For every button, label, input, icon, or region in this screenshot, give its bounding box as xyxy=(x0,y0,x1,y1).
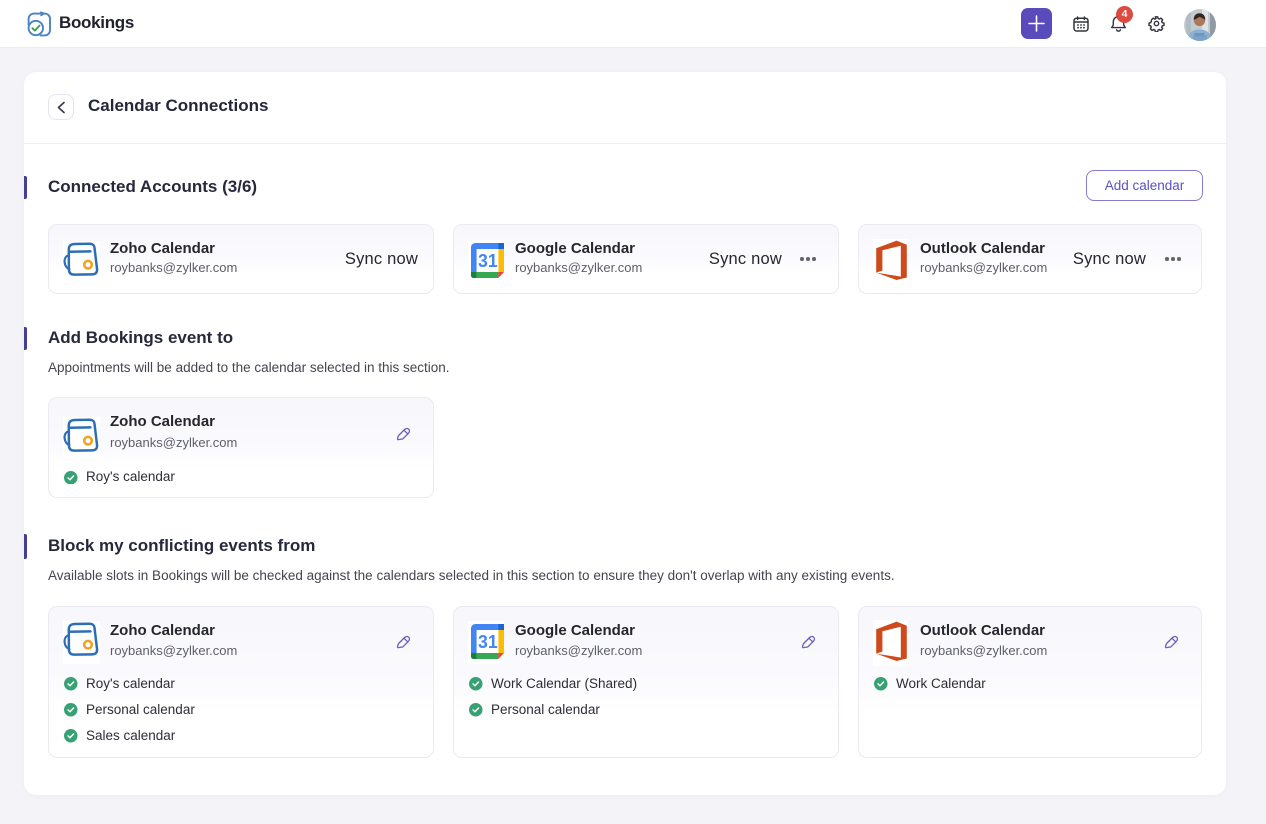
svg-text:31: 31 xyxy=(478,632,498,653)
svg-text:31: 31 xyxy=(478,251,498,272)
